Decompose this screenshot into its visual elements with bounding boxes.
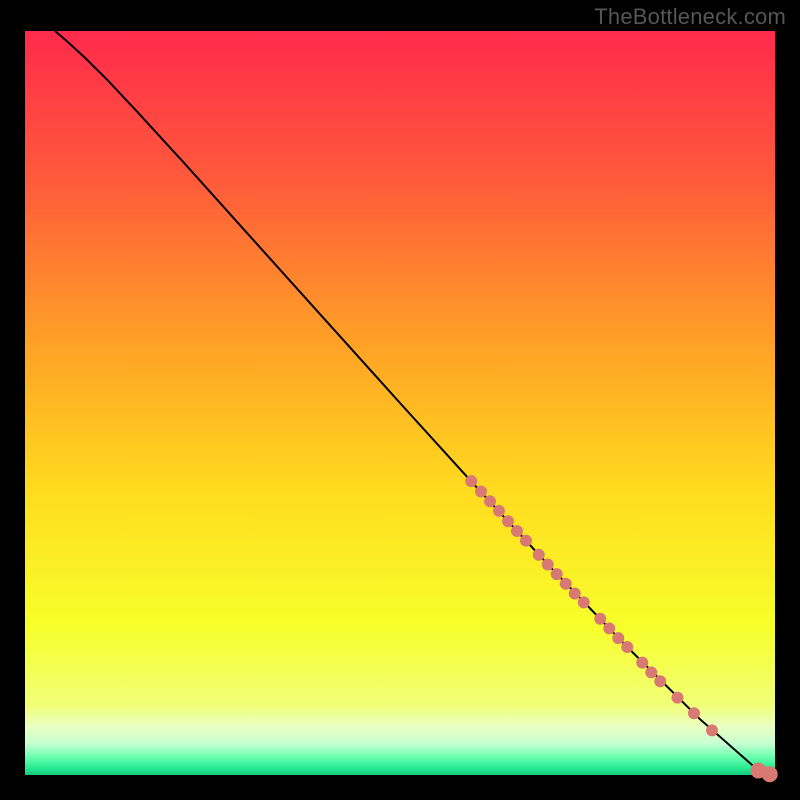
data-marker — [621, 641, 633, 653]
data-marker — [578, 596, 590, 608]
data-marker — [493, 505, 505, 517]
data-marker — [542, 558, 554, 570]
data-marker — [475, 486, 487, 498]
data-marker — [603, 622, 615, 634]
chart-stage: TheBottleneck.com — [0, 0, 800, 800]
data-marker — [645, 666, 657, 678]
data-marker — [706, 724, 718, 736]
data-marker — [654, 675, 666, 687]
data-marker — [636, 657, 648, 669]
data-marker — [551, 568, 563, 580]
data-marker — [762, 766, 778, 782]
data-marker — [672, 692, 684, 704]
data-marker — [569, 587, 581, 599]
data-marker — [511, 525, 523, 537]
data-marker — [484, 495, 496, 507]
chart-svg — [0, 0, 800, 800]
data-marker — [612, 632, 624, 644]
data-marker — [502, 515, 514, 527]
data-marker — [533, 549, 545, 561]
data-marker — [520, 535, 532, 547]
data-marker — [688, 707, 700, 719]
data-marker — [560, 578, 572, 590]
data-marker — [594, 613, 606, 625]
data-marker — [465, 475, 477, 487]
